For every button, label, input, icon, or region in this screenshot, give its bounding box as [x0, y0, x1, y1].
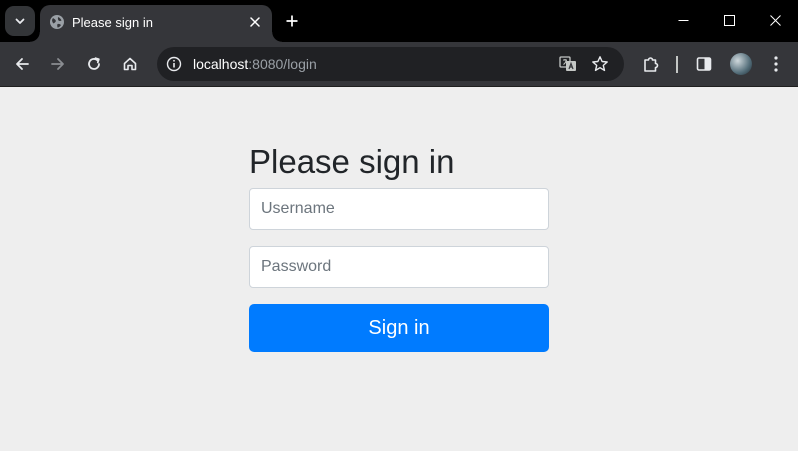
plus-icon	[286, 15, 298, 27]
site-info-button[interactable]	[163, 53, 185, 75]
translate-icon	[559, 56, 576, 71]
browser-menu-button[interactable]	[762, 50, 790, 78]
maximize-icon	[723, 14, 735, 26]
arrow-left-icon	[16, 58, 29, 70]
url-path: :8080/login	[248, 56, 317, 72]
arrow-right-icon	[51, 58, 64, 70]
info-icon	[166, 56, 182, 72]
page-content: Please sign in Sign in	[0, 88, 798, 451]
browser-title-bar: Please sign in	[0, 0, 798, 42]
url-host: localhost	[193, 56, 249, 72]
home-icon	[123, 57, 137, 71]
close-icon	[769, 14, 781, 26]
address-bar[interactable]: localhost:8080/login	[157, 47, 624, 81]
chevron-down-icon	[15, 18, 25, 24]
side-panel-icon	[696, 57, 712, 71]
side-panel-button[interactable]	[690, 50, 718, 78]
new-tab-button[interactable]	[280, 9, 304, 33]
browser-toolbar: localhost:8080/login	[0, 42, 798, 87]
kebab-menu-icon	[774, 56, 778, 72]
close-icon	[250, 17, 260, 27]
star-icon	[592, 56, 608, 72]
home-button[interactable]	[116, 50, 144, 78]
bookmark-button[interactable]	[589, 53, 611, 75]
tab-title: Please sign in	[72, 15, 153, 30]
maximize-button[interactable]	[706, 0, 752, 40]
reload-button[interactable]	[80, 50, 108, 78]
tab-close-button[interactable]	[246, 13, 264, 31]
forward-button[interactable]	[44, 50, 72, 78]
page-title: Please sign in	[249, 143, 455, 180]
toolbar-divider	[676, 56, 678, 73]
profile-avatar[interactable]	[730, 53, 752, 75]
browser-tab[interactable]: Please sign in	[30, 5, 282, 42]
back-button[interactable]	[8, 50, 36, 78]
url-text[interactable]: localhost:8080/login	[193, 56, 317, 72]
username-input[interactable]	[249, 188, 549, 230]
minimize-icon	[678, 19, 688, 21]
puzzle-icon	[644, 57, 659, 72]
minimize-button[interactable]	[660, 0, 706, 40]
sign-in-button[interactable]: Sign in	[249, 304, 549, 352]
reload-icon	[88, 57, 100, 70]
extensions-button[interactable]	[637, 50, 665, 78]
translate-button[interactable]	[557, 53, 579, 75]
close-window-button[interactable]	[752, 0, 798, 40]
globe-icon	[50, 15, 64, 29]
password-input[interactable]	[249, 246, 549, 288]
